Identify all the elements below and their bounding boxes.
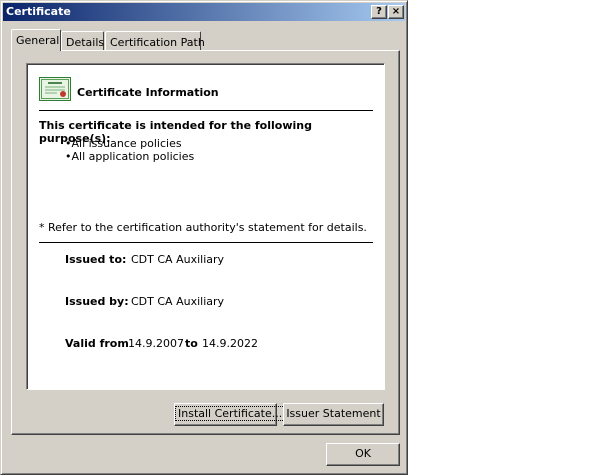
help-button[interactable]: ?	[371, 5, 387, 19]
tab-certification-path[interactable]: Certification Path	[105, 31, 205, 51]
divider-middle	[39, 242, 373, 243]
tab-certification-path-label: Certification Path	[110, 36, 205, 49]
valid-from-value: 14.9.2007	[128, 337, 184, 350]
issuer-statement-button[interactable]: Issuer Statement	[283, 403, 384, 426]
valid-from-label: Valid from	[65, 337, 129, 350]
issuer-statement-label: Issuer Statement	[286, 407, 381, 420]
tab-general-label: General	[16, 34, 60, 47]
ok-button[interactable]: OK	[326, 443, 400, 466]
install-certificate-label: Install Certificate...	[175, 406, 286, 421]
window-title: Certificate	[6, 5, 71, 18]
divider-top	[39, 110, 373, 111]
issued-by-label: Issued by:	[65, 295, 129, 308]
purpose-item: •All application policies	[65, 150, 195, 163]
valid-to-label: to	[185, 337, 198, 350]
issued-by-value: CDT CA Auxiliary	[131, 295, 225, 308]
purpose-item: •All issuance policies	[65, 137, 182, 150]
close-button[interactable]: ×	[388, 5, 404, 19]
tab-general[interactable]: General	[11, 29, 61, 51]
certificate-dialog: Certificate ? × General Details Certific…	[0, 0, 408, 475]
certificate-icon	[39, 77, 71, 101]
tab-details-label: Details	[66, 36, 105, 49]
tab-details[interactable]: Details	[61, 31, 104, 51]
install-certificate-button[interactable]: Install Certificate...	[174, 403, 286, 426]
certificate-info-box: Certificate Information This certificate…	[26, 63, 385, 390]
title-bar[interactable]: Certificate ? ×	[3, 3, 405, 21]
certificate-info-heading: Certificate Information	[77, 86, 219, 99]
issued-to-value: CDT CA Auxiliary	[131, 253, 225, 266]
issued-to-label: Issued to:	[65, 253, 127, 266]
authority-note: * Refer to the certification authority's…	[39, 221, 367, 234]
valid-to-value: 14.9.2022	[202, 337, 258, 350]
ok-label: OK	[355, 447, 371, 460]
